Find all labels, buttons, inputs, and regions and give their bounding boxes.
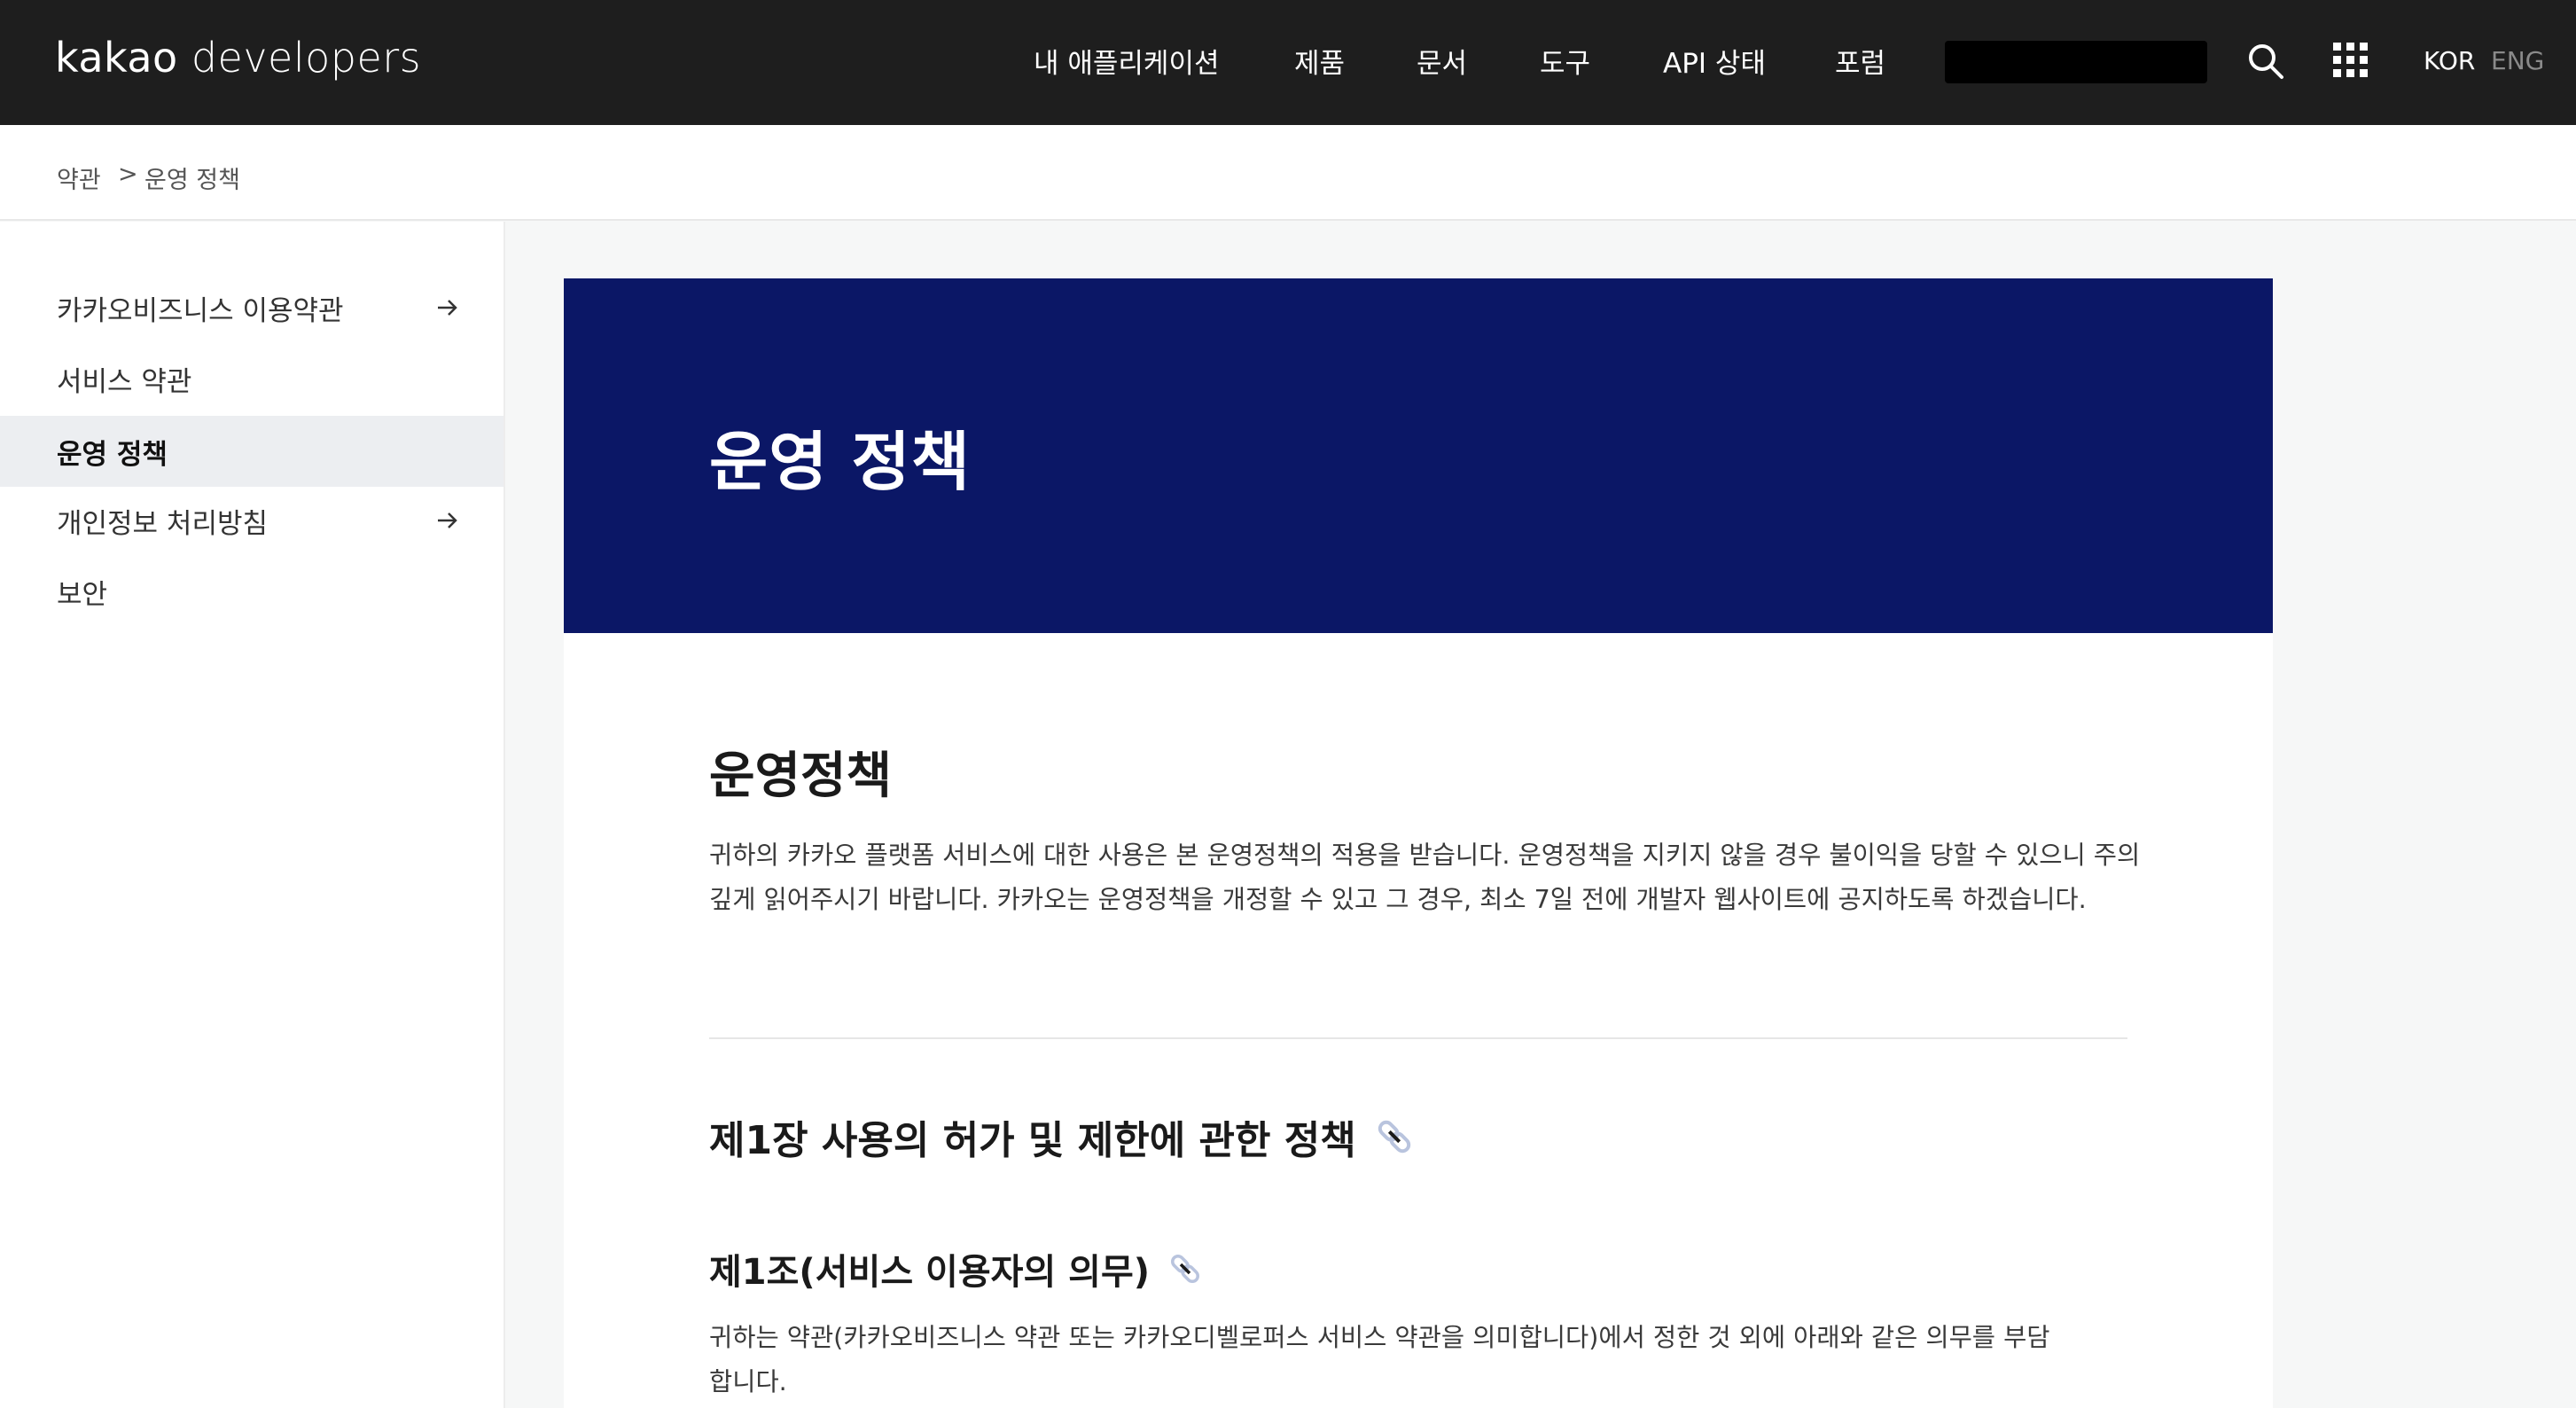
arrow-right-icon — [438, 512, 457, 528]
sidebar-item-label: 개인정보 처리방침 — [57, 507, 269, 540]
chapter-heading: 제1장 사용의 허가 및 제한에 관한 정책 — [709, 1108, 1417, 1165]
nav-forum[interactable]: 포럼 — [1835, 41, 1885, 81]
grid-apps-icon[interactable] — [2330, 39, 2372, 82]
page-title: 운영 정책 — [709, 425, 972, 499]
nav-api-status[interactable]: API 상태 — [1663, 41, 1766, 81]
logo-brand: kakao — [55, 34, 178, 82]
breadcrumb: 약관 > 운영 정책 — [0, 125, 2576, 221]
chapter-title: 제1장 사용의 허가 및 제한에 관한 정책 — [709, 1118, 1356, 1163]
article-heading: 제1조(서비스 이용자의 의무) — [709, 1243, 1205, 1295]
page-hero-banner: 운영 정책 — [564, 278, 2273, 633]
sidebar-item-label: 보안 — [57, 578, 108, 611]
sidebar-item-security[interactable]: 보안 — [0, 556, 503, 627]
nav-docs[interactable]: 문서 — [1417, 41, 1467, 81]
language-kor[interactable]: KOR — [2424, 46, 2475, 75]
language-eng[interactable]: ENG — [2491, 46, 2544, 75]
sidebar-item-operation-policy[interactable]: 운영 정책 — [0, 416, 503, 487]
nav-tools[interactable]: 도구 — [1540, 41, 1590, 81]
breadcrumb-terms[interactable]: 약관 — [57, 160, 101, 195]
section-divider — [709, 1037, 2127, 1039]
sidebar-item-privacy-policy[interactable]: 개인정보 처리방침 — [0, 485, 503, 556]
anchor-link-icon[interactable] — [1166, 1249, 1205, 1288]
arrow-right-icon — [438, 300, 457, 316]
sidebar-item-kakao-business-terms[interactable]: 카카오비즈니스 이용약관 — [0, 272, 503, 343]
sidebar: 카카오비즈니스 이용약관 서비스 약관 운영 정책 개인정보 처리방침 보안 — [0, 222, 505, 1408]
nav-my-applications[interactable]: 내 애플리케이션 — [1034, 41, 1220, 81]
nav-products[interactable]: 제품 — [1294, 41, 1345, 81]
article-body: 귀하는 약관(카카오비즈니스 약관 또는 카카오디벨로퍼스 서비스 약관을 의미… — [709, 1323, 2050, 1396]
kakao-developers-logo[interactable]: kakao developers — [55, 34, 421, 82]
logo-suffix: developers — [191, 34, 422, 82]
breadcrumb-current: 운영 정책 — [144, 167, 240, 194]
sidebar-item-service-terms[interactable]: 서비스 약관 — [0, 343, 503, 414]
policy-content: 운영정책 귀하의 카카오 플랫폼 서비스에 대한 사용은 본 운영정책의 적용을… — [564, 633, 2273, 1408]
sidebar-item-label: 서비스 약관 — [57, 365, 192, 398]
sidebar-item-label: 운영 정책 — [57, 438, 168, 471]
anchor-link-icon[interactable] — [1372, 1115, 1417, 1159]
top-navigation-bar: kakao developers 내 애플리케이션 제품 문서 도구 API 상… — [0, 0, 2576, 125]
article-title: 제1조(서비스 이용자의 의무) — [709, 1252, 1151, 1293]
breadcrumb-separator: > — [118, 160, 138, 188]
account-area[interactable] — [1945, 41, 2207, 83]
search-icon[interactable] — [2244, 40, 2287, 82]
intro-paragraph: 귀하의 카카오 플랫폼 서비스에 대한 사용은 본 운영정책의 적용을 받습니다… — [709, 841, 2141, 914]
sidebar-item-label: 카카오비즈니스 이용약관 — [57, 294, 344, 327]
content-heading: 운영정책 — [709, 747, 893, 805]
